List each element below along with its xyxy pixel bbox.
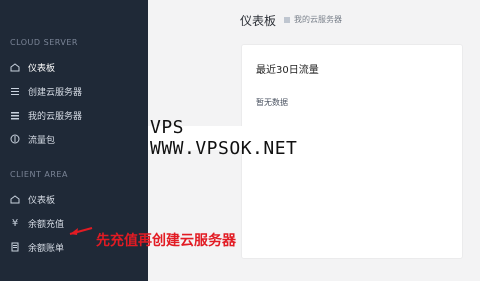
dashboard-icon xyxy=(10,194,20,204)
sidebar-item-traffic-pack[interactable]: 流量包 xyxy=(0,130,148,148)
sidebar-item-my-servers[interactable]: 我的云服务器 xyxy=(0,106,148,124)
sidebar-item-label: 余额充值 xyxy=(28,219,65,230)
server-list-icon xyxy=(10,110,20,120)
traffic-empty-state: 暂无数据 xyxy=(256,98,288,107)
list-icon xyxy=(10,86,20,96)
sidebar-section-client-area: CLIENT AREA xyxy=(10,170,68,179)
sidebar-item-dashboard[interactable]: 仪表板 xyxy=(0,58,148,76)
sidebar-item-label: 仪表板 xyxy=(28,63,56,74)
yen-icon: ¥ xyxy=(11,217,19,229)
watermark-text: VPS WWW.VPSOK.NET xyxy=(148,117,336,159)
breadcrumb-item: 我的云服务器 xyxy=(294,15,342,24)
traffic-pack-icon xyxy=(10,134,20,144)
sidebar-item-label: 仪表板 xyxy=(28,195,56,206)
sidebar-section-cloud-server: CLOUD SERVER xyxy=(10,38,78,47)
breadcrumb-icon xyxy=(284,16,290,23)
breadcrumb[interactable]: 我的云服务器 xyxy=(284,14,342,25)
sidebar-item-label: 余额账单 xyxy=(28,243,65,254)
page-title: 仪表板 xyxy=(240,14,277,28)
sidebar-item-create-server[interactable]: 创建云服务器 xyxy=(0,82,148,100)
app-screen: CLOUD SERVER 仪表板 创建云服务器 我的云服务器 流量包 CLIEN… xyxy=(0,0,480,281)
sidebar-item-label: 我的云服务器 xyxy=(28,111,83,122)
annotation-text: 先充值再创建云服务器 xyxy=(96,233,236,249)
sidebar-item-client-dashboard[interactable]: 仪表板 xyxy=(0,190,148,208)
bill-icon xyxy=(10,242,20,252)
sidebar-item-label: 流量包 xyxy=(28,135,56,146)
sidebar-item-label: 创建云服务器 xyxy=(28,87,83,98)
dashboard-icon xyxy=(10,62,20,72)
traffic-card-title: 最近30日流量 xyxy=(256,65,319,76)
